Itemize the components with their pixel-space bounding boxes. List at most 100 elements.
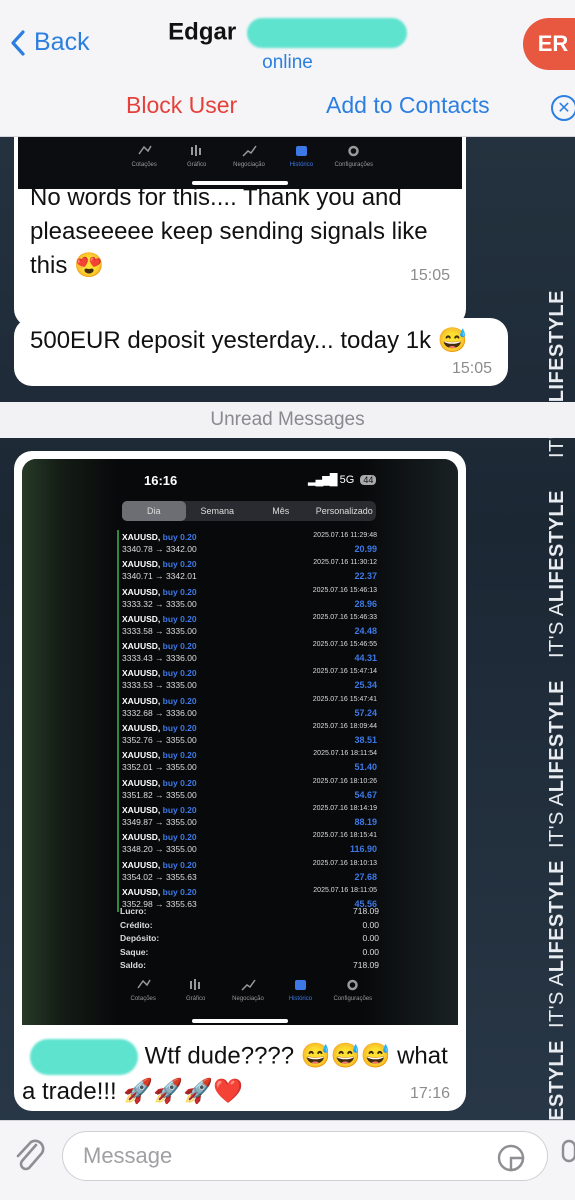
trade-row: XAUUSD, buy 0.20 3351.82 → 3355.00 2025.07…	[117, 775, 379, 803]
message-bubble-screenshot[interactable]: 16:16 ▂▄▆█ 5G 44 Dia Semana Mês Personaliza…	[14, 451, 466, 1111]
paperclip-icon[interactable]	[12, 1135, 48, 1180]
wallpaper-text: IT'S ALIFESTYLE	[546, 490, 568, 659]
app-tab-settings: Configurações	[328, 143, 380, 183]
trade-profit: 27.68	[354, 871, 377, 882]
trade-row: XAUUSD, buy 0.20 3349.87 → 3355.00 2025.07…	[117, 802, 379, 831]
filter-tab: Mês	[272, 506, 290, 516]
trade-side: buy 0.20	[162, 695, 197, 706]
chat-header: Back Edgar online ER Block User Add to C…	[0, 0, 575, 137]
trade-symbol: XAUUSD, buy 0.20	[122, 668, 197, 679]
app-tab-label: Histórico	[289, 162, 314, 168]
trade-row: XAUUSD, buy 0.20 3333.43 → 3336.00 2025.07…	[117, 639, 379, 667]
settings-icon	[348, 145, 360, 157]
screenshot-bottom-tabs: Cotações Gráfico Negociação Histórico Config…	[117, 977, 379, 1017]
message-time: 15:05	[451, 360, 492, 377]
trade-side: buy 0.20	[162, 859, 197, 870]
wallpaper-text: IT'S ALIFESTYLE	[546, 680, 568, 849]
filter-tab: Dia	[122, 501, 186, 521]
trade-prices: 3354.02 → 3355.63	[122, 871, 197, 882]
trade-datetime: 2025.07.16 18:14:19	[312, 804, 377, 812]
trade-profit: 116.90	[349, 844, 377, 855]
trade-prices: 3349.87 → 3355.00	[122, 816, 197, 827]
chat-area[interactable]: IT'S ALIFESTYLE IT'S ALIFESTYLE IT'S ALIFE…	[0, 137, 575, 1120]
summary-row: Saque: 0.00	[117, 947, 379, 961]
message-composer	[0, 1120, 575, 1200]
app-tab-label: Gráfico	[185, 996, 206, 1002]
message-bubble-screenshot-top[interactable]: Cotações Gráfico Negociação Histórico Config…	[14, 137, 466, 327]
summary-value: 0.00	[362, 946, 379, 957]
trade-symbol: XAUUSD, buy 0.20	[122, 804, 197, 815]
chart-icon	[191, 145, 202, 156]
trade-row: XAUUSD, buy 0.20 3352.01 → 3355.00 2025.07…	[117, 748, 379, 776]
message-text: No words for this.... Thank you and plea…	[30, 184, 428, 279]
trade-profit: 57.24	[354, 707, 377, 718]
history-icon	[294, 980, 306, 990]
trade-profit: 28.96	[354, 598, 377, 609]
trade-datetime: 2025.07.16 15:46:55	[312, 641, 377, 649]
trade-row: XAUUSD, buy 0.20 3333.53 → 3335.00 2025.07…	[117, 666, 379, 694]
contact-name: Edgar	[168, 18, 237, 46]
redacted-name-mark	[246, 18, 407, 48]
trade-symbol: XAUUSD, buy 0.20	[122, 723, 197, 734]
microphone-icon[interactable]	[557, 1139, 575, 1180]
trade-datetime: 2025.07.16 18:11:05	[313, 886, 377, 894]
avatar[interactable]: ER	[523, 18, 575, 70]
trade-prices: 3333.53 → 3335.00	[122, 680, 197, 691]
summary-row: Lucro: 718.09	[117, 906, 379, 920]
trade-symbol: XAUUSD, buy 0.20	[122, 532, 197, 542]
message-bubble[interactable]: 500EUR deposit yesterday... today 1k 😅 1…	[14, 318, 508, 386]
app-tab-quotes: Cotações	[118, 143, 170, 183]
trade-side: buy 0.20	[162, 750, 197, 761]
trade-profit: 24.48	[354, 625, 377, 636]
sticker-icon[interactable]	[496, 1143, 526, 1178]
app-tab-settings: Configurações	[327, 977, 379, 1017]
trade-symbol: XAUUSD, buy 0.20	[122, 613, 197, 624]
add-to-contacts-button[interactable]: Add to Contacts	[326, 92, 490, 119]
trade-datetime: 2025.07.16 18:11:54	[313, 750, 377, 758]
battery-icon: 44	[360, 475, 377, 485]
trade-profit: 22.37	[354, 571, 377, 582]
trade-prices: 3340.78 → 3342.00	[122, 544, 197, 554]
phone-time: 16:16	[144, 473, 178, 488]
home-indicator	[192, 1019, 288, 1023]
app-tab-history: Histórico	[274, 977, 326, 1017]
close-icon[interactable]: ✕	[551, 95, 575, 121]
trade-datetime: 2025.07.16 15:46:33	[312, 613, 377, 621]
trade-profit: 44.31	[354, 653, 377, 664]
wallpaper-text: IT'S ALIFESTYLE	[546, 860, 568, 1029]
trade-datetime: 2025.07.16 15:47:41	[312, 695, 377, 703]
trade-side: buy 0.20	[162, 777, 197, 788]
trade-symbol: XAUUSD, buy 0.20	[122, 886, 197, 897]
summary-value: 0.00	[362, 919, 379, 930]
action-bar: Block User Add to Contacts ✕	[0, 92, 575, 122]
app-tab-label: Negociação	[233, 162, 265, 168]
summary-label: Lucro:	[120, 906, 147, 916]
trade-symbol: XAUUSD, buy 0.20	[122, 641, 197, 652]
trade-prices: 3333.43 → 3336.00	[122, 653, 197, 664]
filter-tab: Personalizado	[315, 506, 373, 516]
summary-label: Saque:	[120, 946, 149, 957]
trade-side: buy 0.20	[162, 559, 197, 570]
summary-row: Saldo: 718.09	[117, 960, 379, 974]
trading-app-screenshot[interactable]: 16:16 ▂▄▆█ 5G 44 Dia Semana Mês Personaliza…	[22, 459, 458, 1025]
chat-title[interactable]: Edgar online	[0, 18, 575, 74]
trade-row: XAUUSD, buy 0.20 3352.76 → 3355.00 2025.07…	[117, 721, 379, 749]
summary-row: Crédito: 0.00	[117, 920, 379, 934]
trade-symbol: XAUUSD, buy 0.20	[122, 750, 197, 761]
trade-prices: 3332.68 → 3336.00	[122, 707, 197, 718]
chart-icon	[190, 979, 201, 990]
summary-value: 718.09	[353, 960, 379, 971]
trade-prices: 3348.20 → 3355.00	[122, 844, 197, 855]
app-tab-trade: Negociação	[222, 977, 274, 1017]
online-status: online	[262, 52, 313, 73]
trade-summary: Lucro: 718.09 Crédito: 0.00 Depósito: 0.00 Saq…	[117, 906, 379, 974]
trade-row: XAUUSD, buy 0.20 3333.58 → 3335.00 2025.07…	[117, 611, 379, 640]
trade-profit: 20.99	[354, 544, 377, 554]
trade-prices: 3333.32 → 3335.00	[122, 598, 197, 609]
trade-history-list: XAUUSD, buy 0.20 3340.78 → 3342.00 2025.07…	[117, 530, 379, 913]
trade-side: buy 0.20	[162, 668, 197, 679]
message-input[interactable]	[62, 1131, 548, 1181]
app-tab-label: Cotações	[130, 996, 156, 1002]
history-icon	[295, 146, 307, 156]
block-user-button[interactable]: Block User	[126, 92, 237, 119]
